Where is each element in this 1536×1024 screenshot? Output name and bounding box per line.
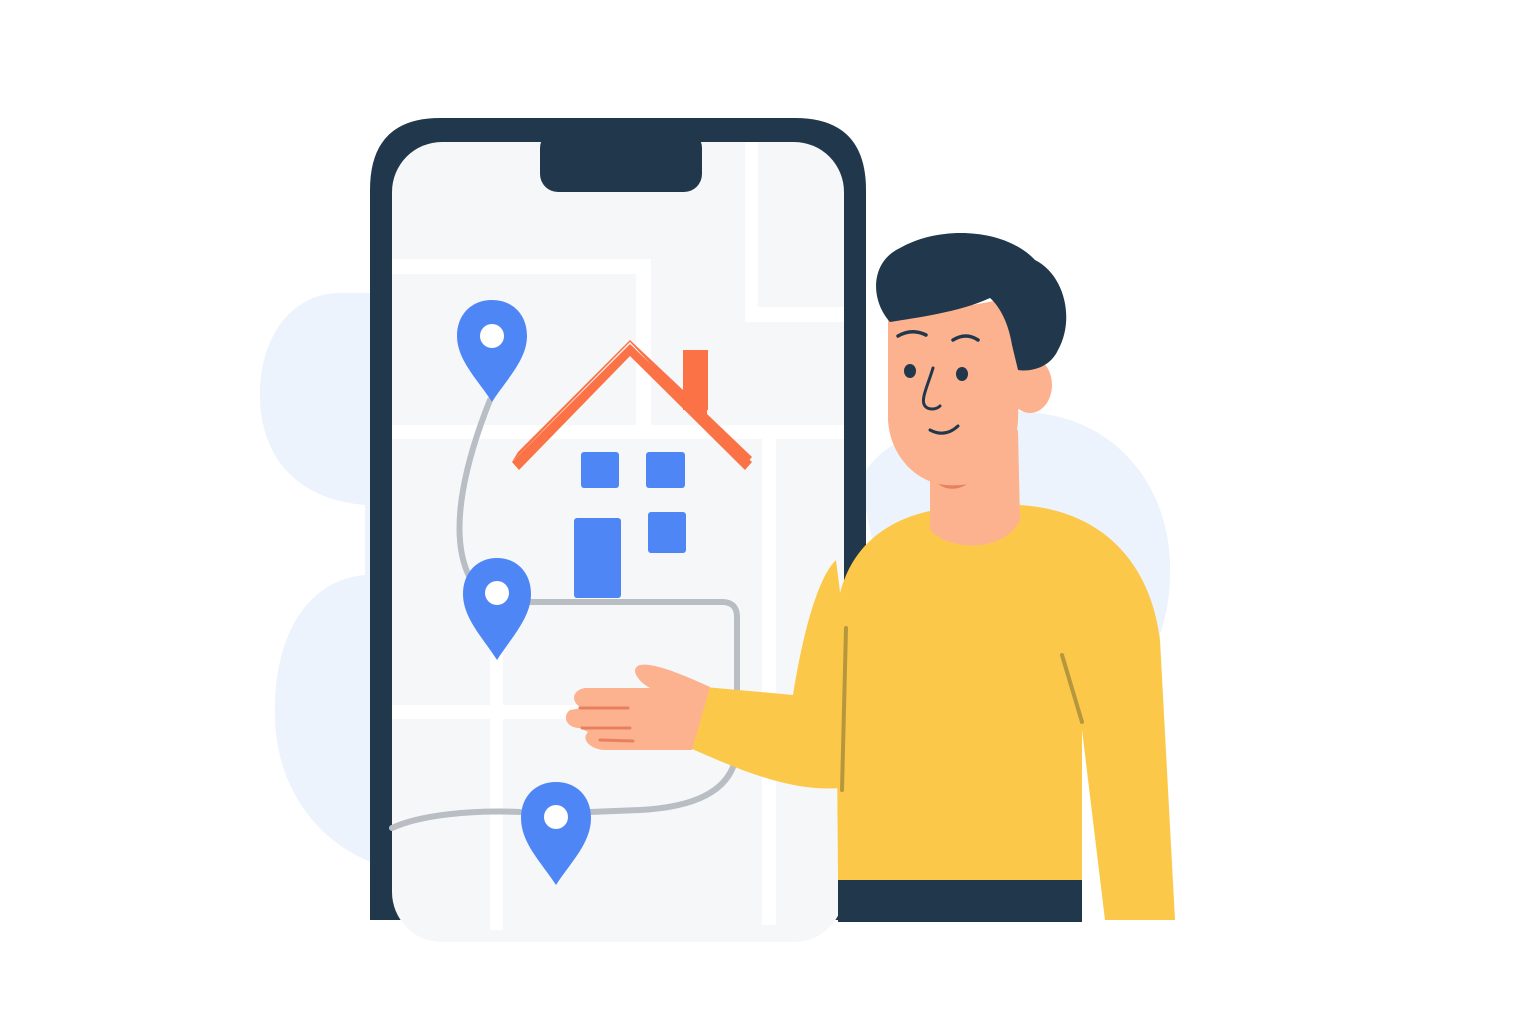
house-window: [646, 452, 685, 488]
face: [888, 300, 1020, 486]
illustration-canvas: [0, 0, 1536, 1024]
house-window: [581, 452, 619, 488]
illustration-svg: [259, 118, 1175, 942]
phone-notch: [540, 130, 702, 192]
background-blob-left: [259, 293, 380, 865]
house-door: [574, 518, 621, 598]
smartphone: [370, 118, 866, 942]
sweater: [836, 505, 1175, 920]
house-window: [648, 512, 686, 553]
